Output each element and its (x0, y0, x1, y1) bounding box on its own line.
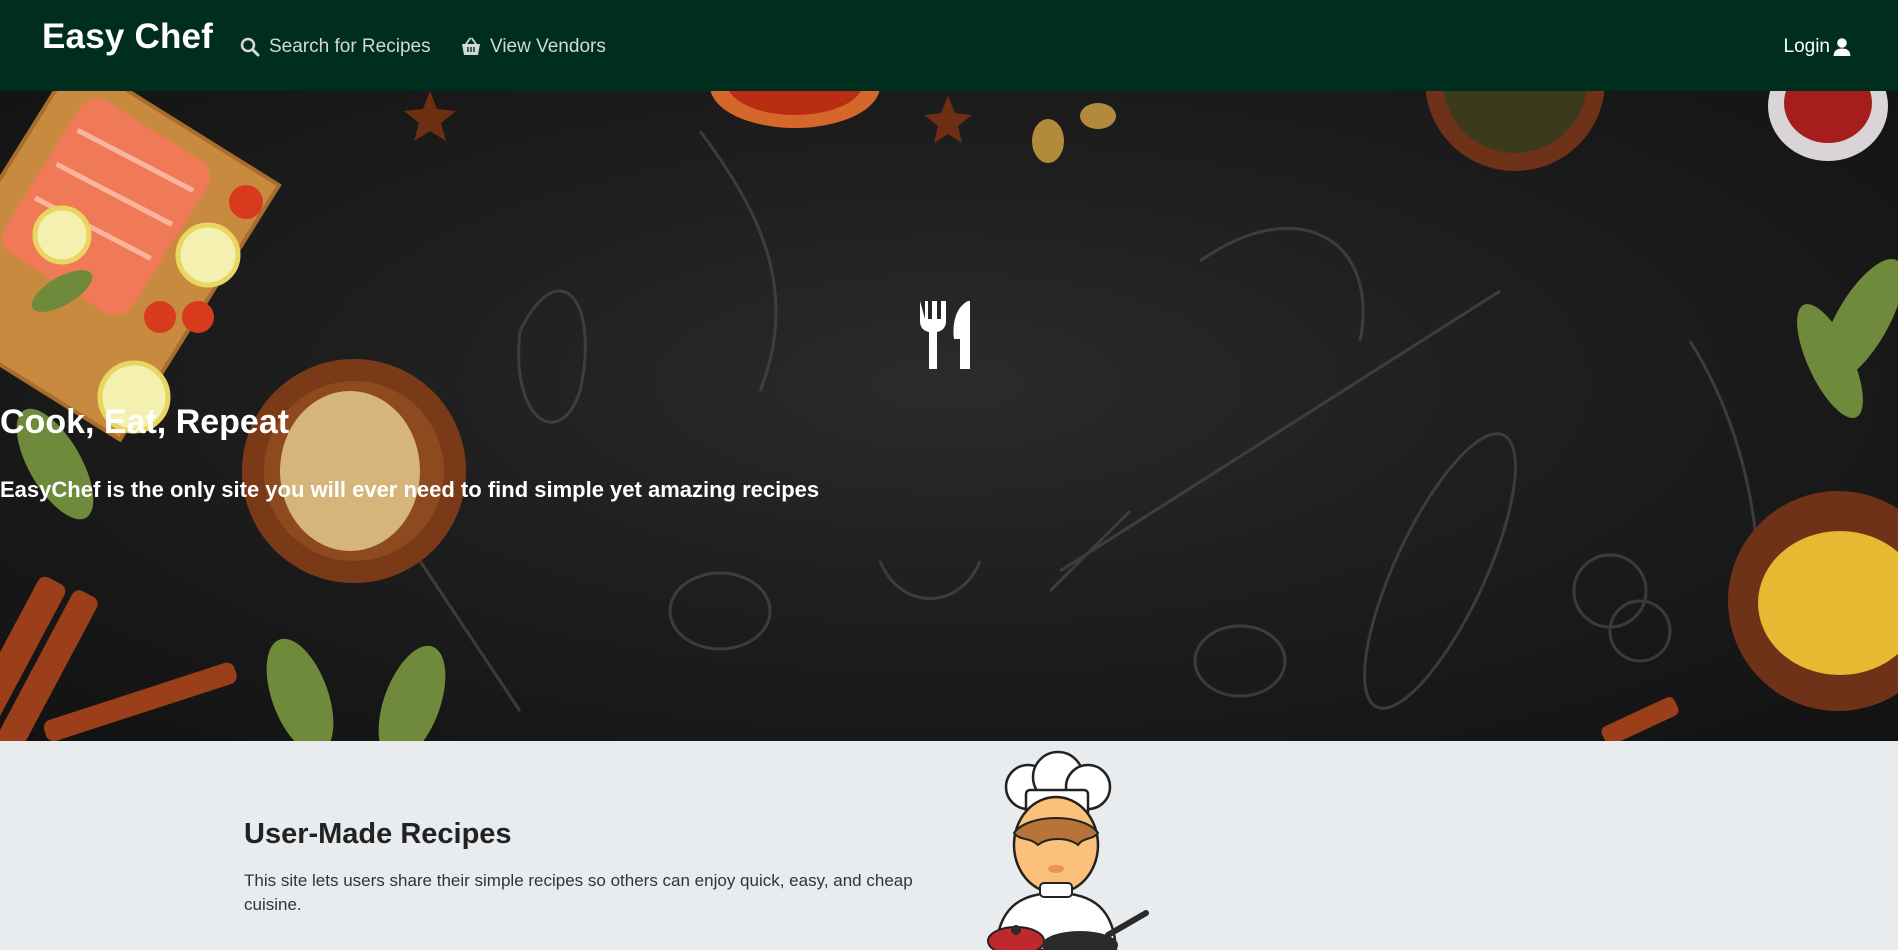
section-title: User-Made Recipes (244, 818, 512, 850)
user-recipes-section: User-Made Recipes This site lets users s… (0, 741, 1898, 950)
nav-search-label: Search for Recipes (269, 36, 431, 57)
section-description: This site lets users share their simple … (244, 871, 913, 914)
hero-banner: Cook, Eat, Repeat EasyChef is the only s… (0, 91, 1898, 741)
login-label: Login (1783, 36, 1831, 57)
brand-logo[interactable]: Easy Chef (42, 17, 213, 57)
login-link[interactable]: Login (1784, 36, 1853, 58)
navbar: Easy Chef Search for Recipes View Vendor… (0, 0, 1898, 91)
utensils-icon (920, 301, 970, 369)
hero-title: Cook, Eat, Repeat (0, 403, 290, 441)
basket-icon (462, 37, 480, 55)
search-icon (240, 37, 260, 57)
nav-search-recipes[interactable]: Search for Recipes (240, 36, 431, 58)
hero-subtitle: EasyChef is the only site you will ever … (0, 477, 820, 502)
nav-vendors-label: View Vendors (490, 36, 606, 57)
user-icon (1833, 38, 1851, 56)
nav-view-vendors[interactable]: View Vendors (461, 36, 606, 58)
chef-illustration (987, 750, 1149, 950)
